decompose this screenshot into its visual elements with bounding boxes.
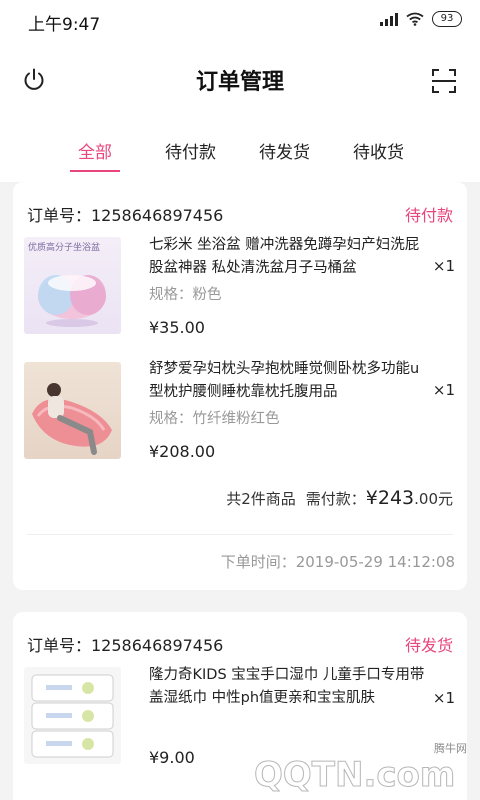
status-time: 上午9:47 — [28, 15, 101, 35]
product-price: ¥35.00 — [149, 318, 205, 337]
total-amount: ¥243 — [365, 487, 415, 509]
amount-due: 需付款：¥243.00元 — [306, 487, 453, 509]
product-image[interactable] — [24, 362, 121, 459]
item-count: 共2件商品 — [226, 490, 296, 508]
order-time: 下单时间：2019-05-29 14:12:08 — [220, 553, 455, 571]
tab-pending-receipt[interactable]: 待收货 — [353, 138, 404, 163]
page-title: 订单管理 — [195, 70, 284, 95]
order-summary: 共2件商品 需付款：¥243.00元 — [226, 487, 453, 509]
product-image[interactable]: 优质高分子坐浴盆 — [24, 237, 121, 334]
order-number: 订单号：1258646897456 — [27, 636, 224, 655]
amount-label: 需付款： — [305, 490, 366, 508]
product-quantity: ×1 — [432, 381, 455, 399]
product-title[interactable]: 隆力奇KIDS 宝宝手口湿巾 儿童手口专用带盖湿纸巾 中性ph值更亲和宝宝肌肤 — [149, 664, 427, 710]
product-title[interactable]: 舒梦爱孕妇枕头孕抱枕睡觉侧卧枕多功能u型枕护腰侧睡枕靠枕托腹用品 — [149, 358, 427, 404]
site-watermark: 腾牛网 QQTN.com — [254, 741, 468, 794]
status-bar: 上午9:47 93 — [0, 0, 480, 42]
order-card[interactable]: 订单号：1258646897456 待付款 优质高分子坐浴盆 七彩米 坐浴盆 赠… — [13, 182, 467, 590]
status-icons: 93 — [380, 11, 462, 27]
product-price: ¥208.00 — [149, 442, 216, 461]
scan-icon[interactable] — [432, 69, 456, 93]
app-header: 订单管理 — [0, 42, 480, 114]
signal-icon — [380, 12, 398, 26]
product-title[interactable]: 七彩米 坐浴盆 赠冲洗器免蹲孕妇产妇洗屁股盆神器 私处清洗盆月子马桶盆 — [149, 234, 427, 280]
wifi-icon — [406, 12, 424, 26]
order-tabs: 全部 待付款 待发货 待收货 — [0, 114, 480, 182]
product-spec: 规格：粉色 — [149, 287, 222, 303]
total-decimal: .00元 — [414, 490, 453, 508]
divider — [27, 534, 453, 535]
tab-active-indicator — [70, 170, 120, 172]
watermark-text: QQTN.com — [254, 755, 455, 794]
watermark-sub: 腾牛网 — [434, 741, 467, 755]
tab-pending-shipment[interactable]: 待发货 — [259, 138, 310, 163]
product-quantity: ×1 — [432, 689, 455, 707]
product-price: ¥9.00 — [149, 748, 195, 767]
product-quantity: ×1 — [432, 257, 455, 275]
order-status-badge: 待发货 — [404, 636, 453, 655]
order-number: 订单号：1258646897456 — [27, 206, 224, 225]
order-status-badge: 待付款 — [404, 206, 453, 225]
battery-icon: 93 — [432, 11, 462, 27]
tab-pending-payment[interactable]: 待付款 — [165, 138, 216, 163]
product-image[interactable] — [24, 667, 121, 764]
tab-all[interactable]: 全部 — [78, 138, 112, 163]
product-spec: 规格：竹纤维粉红色 — [149, 411, 280, 427]
